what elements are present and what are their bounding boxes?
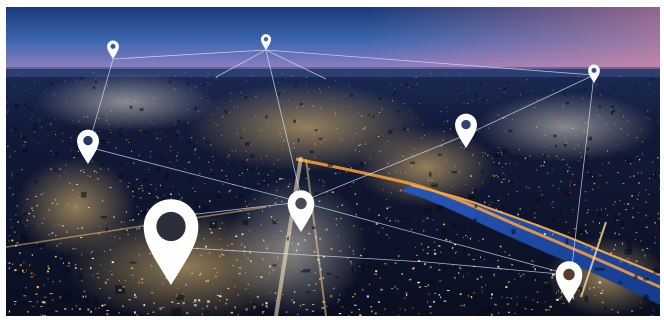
city-night-photo xyxy=(6,7,660,316)
